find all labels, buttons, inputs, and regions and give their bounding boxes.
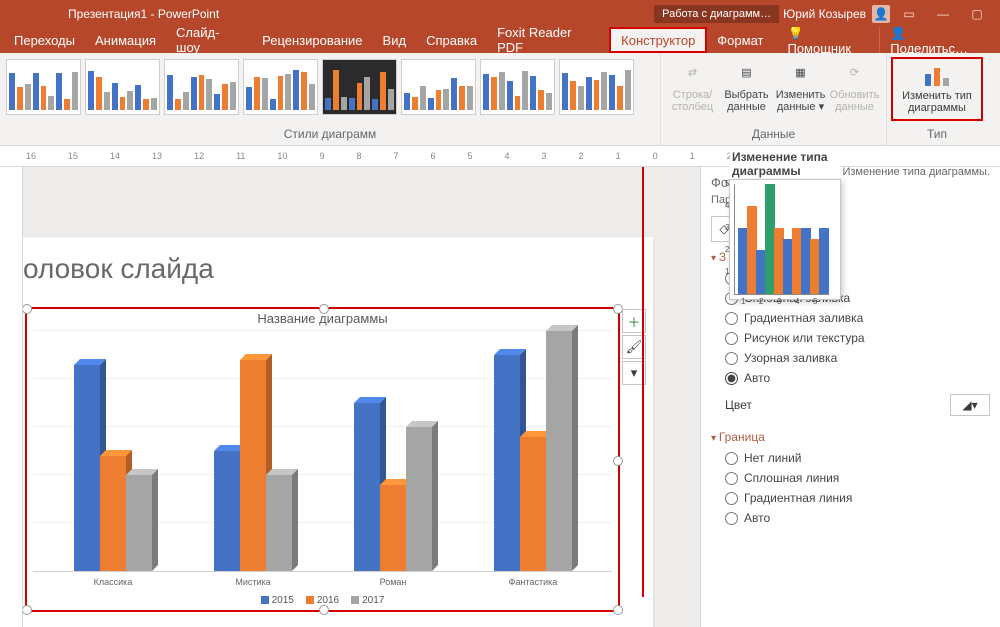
share-button[interactable]: 👤 Поделитьс… [879, 27, 996, 53]
format-pane[interactable]: Фо Пара ◇ З Нет заливки Сплошная заливка… [700, 167, 1000, 627]
chart-style-thumb[interactable] [164, 59, 239, 115]
legend-item[interactable]: 2015 [261, 595, 294, 606]
change-chart-type-button[interactable]: Изменить тип диаграммы [891, 57, 983, 121]
border-option[interactable]: Градиентная линия [711, 488, 990, 508]
tab-слайд-шоу[interactable]: Слайд-шоу [166, 27, 252, 53]
tab-вид[interactable]: Вид [373, 27, 417, 53]
tab-формат[interactable]: Формат [707, 27, 773, 53]
category-label: Фантастика [473, 577, 593, 587]
bar-chart-icon [921, 64, 953, 88]
chart-object[interactable]: Название диаграммы КлассикаМистикаРоманФ… [25, 307, 620, 612]
ribbon-options-icon[interactable]: ▭ [894, 0, 924, 27]
bar[interactable] [354, 403, 380, 571]
user-label[interactable]: Юрий Козырев 👤 [783, 5, 890, 23]
border-option[interactable]: Сплошная линия [711, 468, 990, 488]
tell-me-button[interactable]: 💡 Помощник [777, 27, 879, 53]
legend-item[interactable]: 2017 [351, 595, 384, 606]
chart-filter-button[interactable]: ▾ [622, 361, 646, 385]
chart-style-thumb[interactable] [401, 59, 476, 115]
horizontal-ruler: 1615141312111098765432101234 [0, 146, 1000, 167]
edit-data-button[interactable]: ▦Изменить данные ▾ [775, 59, 827, 113]
tab-конструктор[interactable]: Конструктор [609, 27, 707, 53]
styles-group-label: Стили диаграмм [0, 125, 660, 145]
fill-option[interactable]: Градиентная заливка [711, 308, 990, 328]
slide-canvas[interactable]: оловок слайда Название диаграммы Классик… [23, 237, 653, 627]
type-group-label: Тип [887, 125, 987, 145]
resize-handle[interactable] [319, 304, 329, 314]
chart-style-thumb[interactable] [85, 59, 160, 115]
bar[interactable] [74, 365, 100, 571]
bar[interactable] [546, 331, 572, 571]
bar[interactable] [214, 451, 240, 571]
chart-elements-button[interactable]: ＋ [622, 309, 646, 333]
contextual-tab-label: Работа с диаграмм… [654, 5, 779, 23]
border-option[interactable]: Авто [711, 508, 990, 528]
minimize-icon[interactable]: — [928, 0, 958, 27]
resize-handle[interactable] [319, 605, 329, 615]
data-group-label: Данные [661, 125, 886, 145]
select-data-button[interactable]: ▤Выбрать данные [721, 59, 773, 113]
tab-рецензирование[interactable]: Рецензирование [252, 27, 372, 53]
fill-option[interactable]: Авто [711, 368, 990, 388]
resize-handle[interactable] [613, 605, 623, 615]
tab-анимация[interactable]: Анимация [85, 27, 166, 53]
mini-bar [819, 228, 829, 294]
bar[interactable] [240, 360, 266, 571]
bar[interactable] [520, 437, 546, 571]
fill-option[interactable]: Рисунок или текстура [711, 328, 990, 348]
bar[interactable] [100, 456, 126, 571]
bar[interactable] [126, 475, 152, 571]
chart-styles-button[interactable]: 🖌 [622, 335, 646, 359]
chart-style-thumb[interactable] [480, 59, 555, 115]
bar[interactable] [406, 427, 432, 571]
avatar-icon: 👤 [872, 5, 890, 23]
swap-row-col-button: ⇄Строка/ столбец [667, 59, 719, 113]
change-chart-type-tooltip: Изменение типа диаграммы Изменение типа … [729, 179, 841, 300]
vertical-ruler [0, 167, 23, 627]
tab-справка[interactable]: Справка [416, 27, 487, 53]
fill-option[interactable]: Узорная заливка [711, 348, 990, 368]
chart-style-thumb[interactable] [322, 59, 397, 115]
category-label: Мистика [193, 577, 313, 587]
resize-handle[interactable] [613, 456, 623, 466]
bar[interactable] [380, 485, 406, 571]
tab-foxit reader pdf[interactable]: Foxit Reader PDF [487, 27, 609, 53]
restore-icon[interactable]: ▢ [962, 0, 992, 27]
category-label: Классика [53, 577, 173, 587]
chart-style-thumb[interactable] [243, 59, 318, 115]
bar[interactable] [494, 355, 520, 571]
refresh-data-button: ⟳Обновить данные [829, 59, 881, 113]
bar[interactable] [266, 475, 292, 571]
border-option[interactable]: Нет линий [711, 448, 990, 468]
category-label: Роман [333, 577, 453, 587]
tab-переходы[interactable]: Переходы [4, 27, 85, 53]
border-section[interactable]: Граница [711, 430, 990, 444]
chart-style-thumb[interactable] [559, 59, 634, 115]
chart-style-thumb[interactable] [6, 59, 81, 115]
color-label: Цвет [725, 398, 752, 412]
resize-handle[interactable] [23, 605, 32, 615]
slide-title-placeholder[interactable]: оловок слайда [23, 253, 214, 285]
color-picker-button[interactable]: ◢▾ [950, 394, 990, 416]
document-title: Презентация1 - PowerPoint [68, 7, 219, 21]
